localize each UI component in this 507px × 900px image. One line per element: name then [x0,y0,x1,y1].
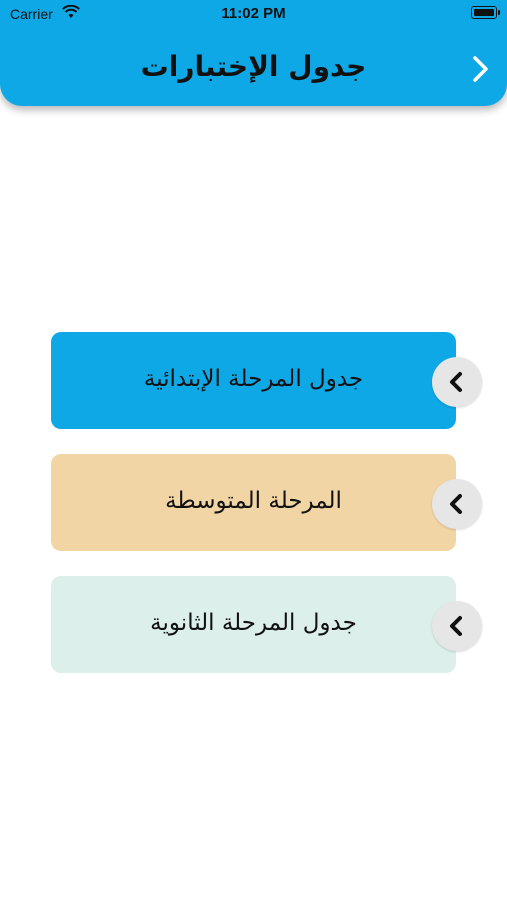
status-bar: Carrier 11:02 PM [0,0,507,30]
back-button[interactable] [466,54,496,84]
card-primary-stage[interactable]: جدول المرحلة الإبتدائية [51,332,456,429]
status-time: 11:02 PM [221,5,286,22]
app-header: Carrier 11:02 PM جدول الإختبارات [0,0,507,106]
chevron-left-icon [450,494,462,514]
card-secondary-stage[interactable]: جدول المرحلة الثانوية [51,576,456,673]
chevron-right-icon [473,56,488,82]
card-secondary-arrow-button[interactable] [432,601,482,651]
card-label: جدول المرحلة الإبتدائية [143,366,364,392]
card-label: جدول المرحلة الثانوية [150,610,357,636]
chevron-left-icon [450,616,462,636]
chevron-left-icon [450,372,462,392]
card-middle-arrow-button[interactable] [432,479,482,529]
battery-icon [471,6,500,19]
card-label: المرحلة المتوسطة [165,488,342,514]
card-middle-stage[interactable]: المرحلة المتوسطة [51,454,456,551]
page-title: جدول الإختبارات [140,50,367,83]
card-primary-arrow-button[interactable] [432,357,482,407]
